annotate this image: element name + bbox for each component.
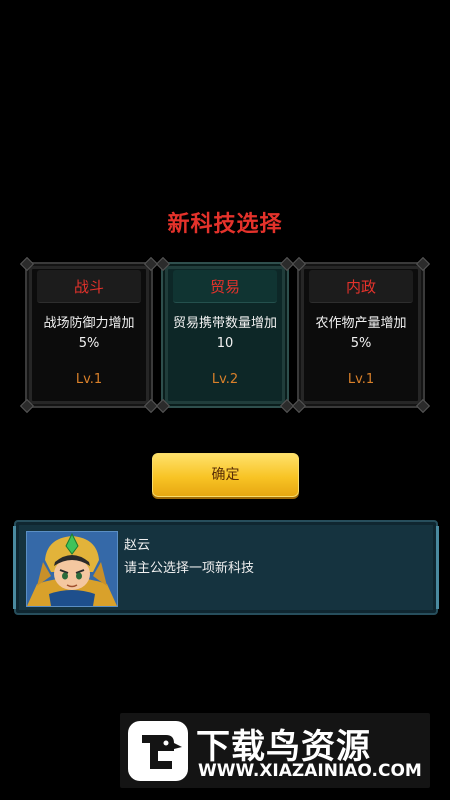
card-corner-ornament <box>415 398 431 414</box>
advisor-dialog[interactable]: 赵云 请主公选择一项新科技 <box>13 520 439 615</box>
card-name: 贸易 <box>209 278 240 296</box>
dialog-edge-accent <box>436 526 439 609</box>
tech-select-title: 新科技选择 <box>167 212 283 237</box>
bird-logo-icon <box>128 721 188 781</box>
confirm-button[interactable]: 确定 <box>152 453 299 497</box>
card-corner-ornament <box>19 398 35 414</box>
watermark-url: WWW.XIAZAINIAO.COM <box>198 761 422 781</box>
card-name: 战斗 <box>73 278 104 296</box>
speaker-name: 赵云 <box>124 538 151 553</box>
card-level: Lv.2 <box>211 372 239 387</box>
card-level: Lv.1 <box>347 372 375 387</box>
card-description: 贸易携带数量增加 10 <box>172 316 277 351</box>
card-corner-ornament <box>19 256 35 272</box>
card-corner-ornament <box>291 256 307 272</box>
card-description: 农作物产量增加 5% <box>315 316 407 351</box>
dialog-edge-accent <box>13 526 16 609</box>
hero-portrait-icon <box>26 531 118 607</box>
dialog-message: 请主公选择一项新科技 <box>124 561 255 576</box>
card-corner-ornament <box>415 256 431 272</box>
watermark-banner: 下载鸟资源 WWW.XIAZAINIAO.COM <box>120 713 430 788</box>
tech-card-trade[interactable]: 贸易 贸易携带数量增加 10 Lv.2 <box>155 256 295 414</box>
card-corner-ornament <box>291 398 307 414</box>
card-name: 内政 <box>345 278 376 296</box>
card-corner-ornament <box>155 398 171 414</box>
tech-card-battle[interactable]: 战斗 战场防御力增加 5% Lv.1 <box>19 256 159 414</box>
card-level: Lv.1 <box>75 372 103 387</box>
tech-card-domestic[interactable]: 内政 农作物产量增加 5% Lv.1 <box>291 256 431 414</box>
card-corner-ornament <box>155 256 171 272</box>
card-description: 战场防御力增加 5% <box>43 316 135 351</box>
